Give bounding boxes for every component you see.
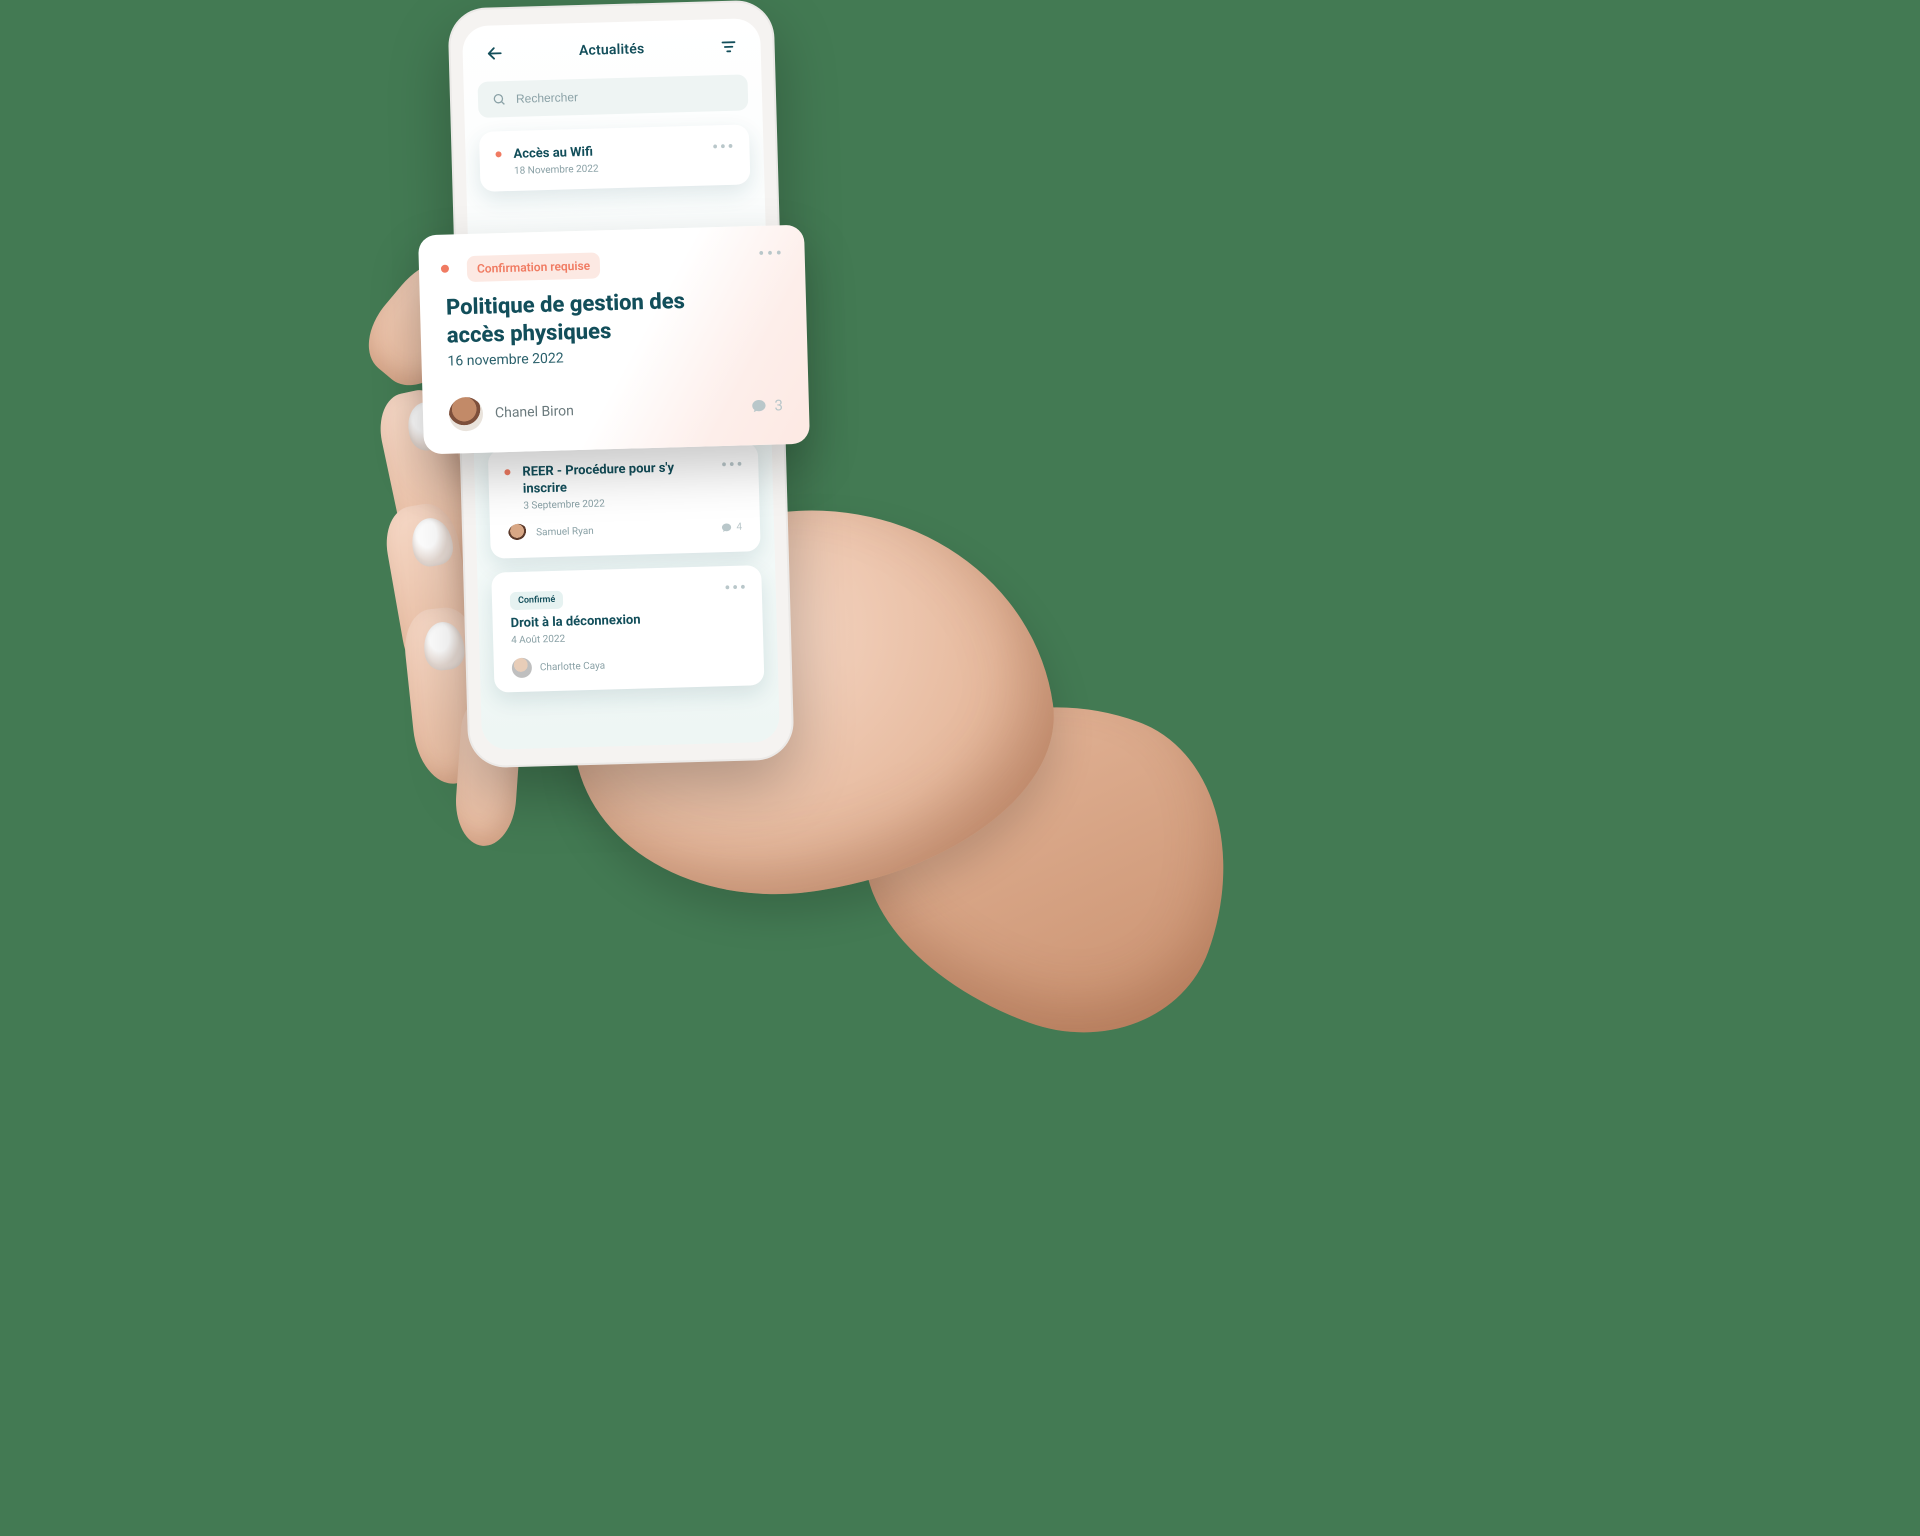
app-header: Actualités bbox=[462, 18, 761, 76]
news-card[interactable]: ••• Accès au Wifi 18 Novembre 2022 bbox=[479, 124, 751, 192]
card-footer: Chanel Biron 3 bbox=[449, 388, 784, 431]
card-date: 18 Novembre 2022 bbox=[498, 160, 732, 178]
filter-button[interactable] bbox=[714, 32, 743, 61]
avatar bbox=[449, 397, 484, 432]
author-name: Chanel Biron bbox=[495, 403, 574, 421]
comment-icon bbox=[721, 522, 732, 533]
arrow-left-icon bbox=[485, 44, 503, 62]
comment-number: 4 bbox=[736, 522, 742, 533]
card-date: 3 Septembre 2022 bbox=[507, 494, 741, 512]
card-title: Politique de gestion des accès physiques bbox=[446, 286, 747, 349]
card-title: Accès au Wifi bbox=[497, 141, 707, 163]
card-more-button[interactable]: ••• bbox=[712, 139, 736, 156]
author-name: Samuel Ryan bbox=[536, 526, 594, 539]
card-title: Droit à la déconnexion bbox=[510, 610, 720, 632]
search-input[interactable] bbox=[514, 85, 734, 107]
page-title: Actualités bbox=[579, 41, 645, 59]
status-badge: Confirmation requise bbox=[467, 252, 601, 282]
featured-card[interactable]: ••• Confirmation requise Politique de ge… bbox=[418, 225, 810, 455]
card-date: 4 Août 2022 bbox=[511, 629, 745, 647]
search-icon bbox=[492, 92, 506, 106]
news-card[interactable]: ••• REER - Procédure pour s'y inscrire 3… bbox=[488, 442, 761, 558]
comment-number: 3 bbox=[774, 396, 783, 414]
search-bar[interactable] bbox=[478, 74, 749, 118]
author-name: Charlotte Caya bbox=[540, 660, 606, 673]
news-card[interactable]: ••• Confirmé Droit à la déconnexion 4 Ao… bbox=[491, 565, 764, 693]
avatar bbox=[508, 523, 529, 544]
back-button[interactable] bbox=[480, 39, 509, 68]
card-more-button[interactable]: ••• bbox=[758, 245, 785, 262]
card-footer: Samuel Ryan 4 bbox=[508, 517, 742, 544]
unread-dot-icon bbox=[441, 265, 449, 273]
status-badge: Confirmé bbox=[510, 590, 564, 609]
card-footer: Charlotte Caya bbox=[512, 652, 746, 679]
avatar bbox=[512, 658, 533, 679]
comment-icon bbox=[750, 398, 766, 414]
filter-icon bbox=[719, 38, 737, 56]
card-more-button[interactable]: ••• bbox=[724, 579, 748, 596]
comment-count: 3 bbox=[750, 396, 783, 415]
card-more-button[interactable]: ••• bbox=[721, 457, 745, 474]
comment-count: 4 bbox=[721, 522, 742, 534]
card-title: REER - Procédure pour s'y inscrire bbox=[506, 460, 717, 498]
